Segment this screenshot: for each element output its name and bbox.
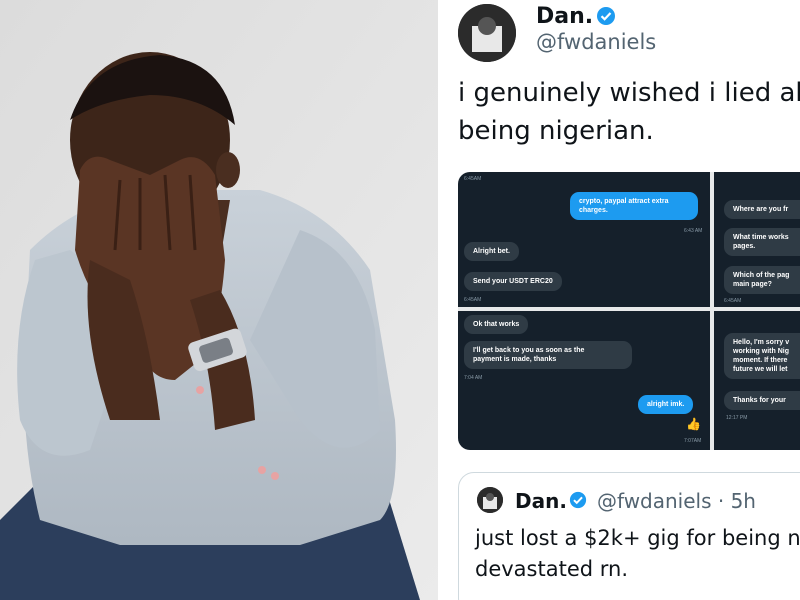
timestamp: 7:04 AM	[464, 375, 483, 381]
chat-screenshot-3[interactable]: Ok that works I'll get back to you as so…	[458, 311, 710, 450]
timestamp: 6:43 AM	[684, 228, 703, 234]
incoming-message: Where are you fr	[724, 200, 800, 219]
tweet-text: i genuinely wished i lied about being ni…	[458, 78, 800, 146]
incoming-message: Thanks for your	[724, 391, 800, 410]
timestamp: 6:45AM	[724, 298, 742, 304]
chat-screenshot-2[interactable]: Where are you fr What time works pages. …	[714, 172, 800, 307]
timestamp: 6:45AM	[464, 297, 482, 303]
incoming-message: Which of the pag main page?	[724, 266, 800, 294]
incoming-message: Hello, I'm sorry v working with Nig mome…	[724, 333, 800, 379]
man-covering-face-photo	[0, 0, 438, 600]
outgoing-message: alright imk.	[638, 395, 694, 414]
chat-screenshot-4[interactable]: Hello, I'm sorry v working with Nig mome…	[714, 311, 800, 450]
incoming-message: What time works pages.	[724, 228, 800, 256]
timestamp: 7:07AM	[684, 438, 702, 444]
quoted-tweet[interactable]: Dan. @fwdaniels · 5h just lost a $2k+ gi…	[458, 472, 800, 600]
author-name[interactable]: Dan.	[536, 4, 593, 29]
quoted-author-handle[interactable]: @fwdaniels · 5h	[597, 489, 756, 513]
incoming-message: Alright bet.	[464, 242, 519, 261]
thumbs-up-icon: 👍	[686, 417, 701, 431]
outgoing-message: crypto, paypal attract extra charges.	[570, 192, 698, 220]
incoming-message: Ok that works	[464, 315, 529, 334]
verified-badge-icon	[569, 491, 587, 509]
author-handle[interactable]: @fwdaniels	[536, 30, 656, 54]
author-avatar[interactable]	[458, 4, 516, 62]
quoted-author-avatar[interactable]	[477, 487, 503, 513]
incoming-message: I'll get back to you as soon as the paym…	[464, 341, 632, 369]
incoming-message: Send your USDT ERC20	[464, 272, 562, 291]
tweet-media-grid[interactable]: 6:45AM crypto, paypal attract extra char…	[458, 172, 800, 450]
quoted-author-name[interactable]: Dan.	[515, 489, 567, 513]
timestamp: 6:45AM	[464, 176, 482, 182]
chat-screenshot-1[interactable]: 6:45AM crypto, paypal attract extra char…	[458, 172, 710, 307]
verified-badge-icon	[596, 6, 616, 26]
quoted-tweet-text: just lost a $2k+ gig for being nigerian,…	[475, 526, 800, 581]
timestamp: 12:17 PM	[726, 415, 748, 421]
tweet-card: Dan. @fwdaniels i genuinely wished i lie…	[442, 0, 800, 600]
